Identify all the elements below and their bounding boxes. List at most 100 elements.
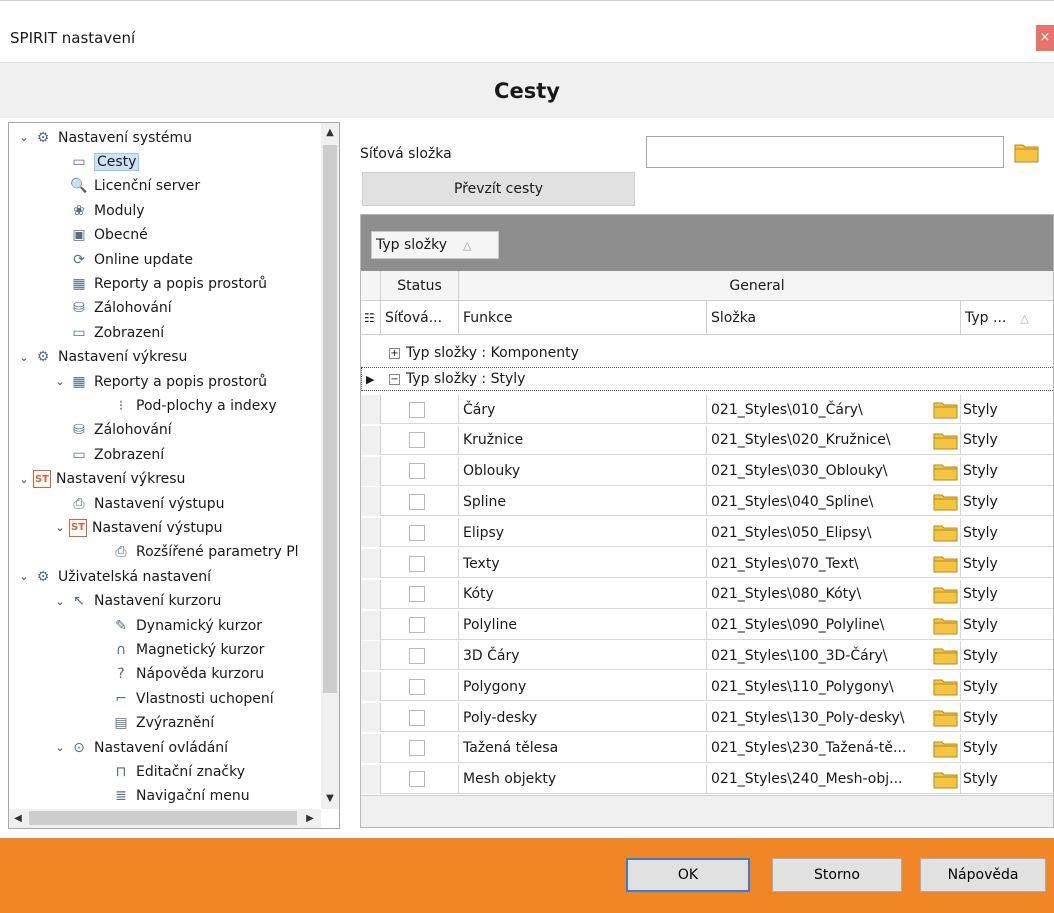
column-chooser-icon[interactable]: ☷ [361, 301, 381, 335]
network-checkbox[interactable] [409, 740, 425, 757]
tree-item[interactable]: ⎙ Nastavení výstupu [53, 491, 224, 516]
row-header[interactable] [361, 549, 381, 578]
network-checkbox[interactable] [409, 401, 425, 418]
tree-item[interactable]: ⁝ Pod-plochy a indexy [95, 393, 277, 418]
tree-item[interactable]: ⌄ ST Nastavení výkresu [17, 467, 185, 492]
tree-item[interactable]: ▤ Zvýraznění [95, 711, 214, 736]
table-row[interactable]: Kóty 021_Styles\080_Kóty\ Styly [361, 579, 1053, 609]
scroll-down-arrow[interactable]: ▼ [321, 789, 339, 809]
table-row[interactable]: 3D Čáry 021_Styles\100_3D-Čáry\ Styly [361, 641, 1053, 671]
cancel-button[interactable]: Storno [772, 858, 902, 892]
group-row-components[interactable]: + Typ složky : Komponenty [361, 341, 1053, 365]
collapse-toggle-icon[interactable]: ⌄ [17, 570, 31, 583]
tree-item[interactable]: ⎙ Rozšířené parametry Pl [95, 540, 298, 565]
tree-item[interactable]: ⌄ ⊙ Nastavení ovládání [53, 735, 228, 760]
row-header[interactable] [361, 672, 381, 702]
scroll-left-arrow[interactable]: ◀ [9, 809, 27, 828]
network-checkbox[interactable] [409, 709, 425, 726]
network-checkbox[interactable] [409, 586, 425, 603]
browse-folder-icon[interactable] [933, 616, 959, 635]
tree-item[interactable]: ⌄ ⚙ Uživatelská nastavení [17, 564, 211, 589]
table-row[interactable]: Poly-desky 021_Styles\130_Poly-desky\ Styl… [361, 703, 1053, 732]
network-checkbox[interactable] [409, 463, 425, 480]
row-header[interactable] [361, 733, 381, 763]
row-header[interactable] [361, 579, 381, 609]
tree-item[interactable]: ▣ Obecné [53, 223, 147, 248]
table-row[interactable]: Kružnice 021_Styles\020_Kružnice\ Styly [361, 425, 1053, 455]
row-header[interactable] [361, 518, 381, 548]
row-header[interactable] [361, 456, 381, 486]
table-row[interactable]: Mesh objekty 021_Styles\240_Mesh-obj... St… [361, 764, 1053, 794]
browse-folder-icon[interactable] [933, 431, 959, 450]
collapse-toggle-icon[interactable]: ⌄ [17, 131, 31, 144]
tree-item[interactable]: ⌄ ▦ Reporty a popis prostorů [53, 369, 267, 394]
tree-item[interactable]: ▭ Zobrazení [53, 442, 164, 467]
browse-folder-icon[interactable] [933, 523, 959, 542]
tree-item[interactable]: ⌄ ↖ Nastavení kurzoru [53, 589, 221, 614]
tree-item[interactable]: ⌄ ⚙ Nastavení výkresu [17, 345, 187, 370]
table-row[interactable]: Čáry 021_Styles\010_Čáry\ Styly [361, 395, 1053, 424]
scroll-right-arrow[interactable]: ▶ [301, 809, 319, 828]
browse-folder-icon[interactable] [933, 462, 959, 481]
row-header[interactable] [361, 610, 381, 640]
group-chip-folder-type[interactable]: Typ složky △ [371, 231, 499, 259]
browse-folder-icon[interactable] [933, 400, 959, 419]
tree-item[interactable]: ⌄ ST Nastavení výstupu [53, 515, 223, 540]
settings-tree[interactable]: ⌄ ⚙ Nastavení systému ▭ Cesty 🔍 Licenční serve… [8, 122, 340, 829]
browse-folder-icon[interactable] [933, 770, 959, 789]
row-header[interactable] [361, 395, 381, 424]
ok-button[interactable]: OK [626, 858, 750, 892]
folder-cell[interactable]: 021_Styles\240_Mesh-obj... [707, 764, 961, 794]
collapse-toggle-icon[interactable]: ⌄ [53, 595, 67, 608]
folder-cell[interactable]: 021_Styles\130_Poly-desky\ [707, 703, 961, 732]
scroll-up-arrow[interactable]: ▲ [321, 123, 339, 143]
scroll-thumb[interactable] [323, 145, 337, 693]
collapse-toggle-icon[interactable]: ⌄ [53, 521, 67, 534]
column-function[interactable]: Funkce [459, 301, 707, 335]
table-row[interactable]: Oblouky 021_Styles\030_Oblouky\ Styly [361, 456, 1053, 486]
browse-folder-icon[interactable] [933, 677, 959, 696]
network-checkbox[interactable] [409, 617, 425, 634]
folder-cell[interactable]: 021_Styles\090_Polyline\ [707, 610, 961, 640]
network-checkbox[interactable] [409, 524, 425, 541]
tree-item[interactable]: ⌄ ⚙ Nastavení systému [17, 125, 192, 150]
network-checkbox[interactable] [409, 432, 425, 449]
browse-folder-icon[interactable] [933, 646, 959, 665]
browse-folder-icon[interactable] [1014, 141, 1040, 163]
network-checkbox[interactable] [409, 555, 425, 572]
table-row[interactable]: Polygony 021_Styles\110_Polygony\ Styly [361, 672, 1053, 702]
close-button[interactable]: × [1036, 25, 1054, 51]
folder-cell[interactable]: 021_Styles\080_Kóty\ [707, 579, 961, 609]
help-button[interactable]: Nápověda [920, 858, 1046, 892]
scroll-thumb-horizontal[interactable] [29, 811, 297, 825]
column-type[interactable]: Typ ... △ [961, 301, 1053, 335]
take-paths-button[interactable]: Převzít cesty [362, 172, 635, 206]
tree-item[interactable]: ⟳ Online update [53, 247, 193, 272]
tree-item[interactable]: ⛁ Zálohování [53, 296, 172, 321]
tree-item[interactable]: ❀ Moduly [53, 198, 144, 223]
folder-cell[interactable]: 021_Styles\230_Tažená-tě... [707, 733, 961, 763]
folder-cell[interactable]: 021_Styles\030_Oblouky\ [707, 456, 961, 486]
folder-cell[interactable]: 021_Styles\070_Text\ [707, 549, 961, 578]
tree-item[interactable]: ? Nápověda kurzoru [95, 662, 264, 687]
browse-folder-icon[interactable] [933, 492, 959, 511]
browse-folder-icon[interactable] [933, 554, 959, 573]
table-row[interactable]: Polyline 021_Styles\090_Polyline\ Styly [361, 610, 1053, 640]
tree-item[interactable]: ▦ Reporty a popis prostorů [53, 271, 267, 296]
collapse-toggle-icon[interactable]: ⌄ [53, 375, 67, 388]
browse-folder-icon[interactable] [933, 708, 959, 727]
folder-cell[interactable]: 021_Styles\010_Čáry\ [707, 395, 961, 424]
tree-item[interactable]: 🔍 Licenční server [53, 174, 200, 199]
row-header[interactable] [361, 641, 381, 671]
network-checkbox[interactable] [409, 493, 425, 510]
tree-item[interactable]: ≣ Navigační menu [95, 784, 249, 809]
collapse-toggle-icon[interactable]: ⌄ [17, 351, 31, 364]
expand-icon[interactable]: + [389, 347, 400, 359]
tree-item[interactable]: ▭ Cesty [53, 149, 140, 174]
row-header[interactable] [361, 425, 381, 455]
tree-vertical-scrollbar[interactable]: ▲ ▼ [321, 123, 339, 809]
network-checkbox[interactable] [409, 771, 425, 788]
folder-cell[interactable]: 021_Styles\040_Spline\ [707, 487, 961, 517]
folder-cell[interactable]: 021_Styles\100_3D-Čáry\ [707, 641, 961, 671]
tree-item[interactable]: ⌐ Vlastnosti uchopení [95, 686, 274, 711]
